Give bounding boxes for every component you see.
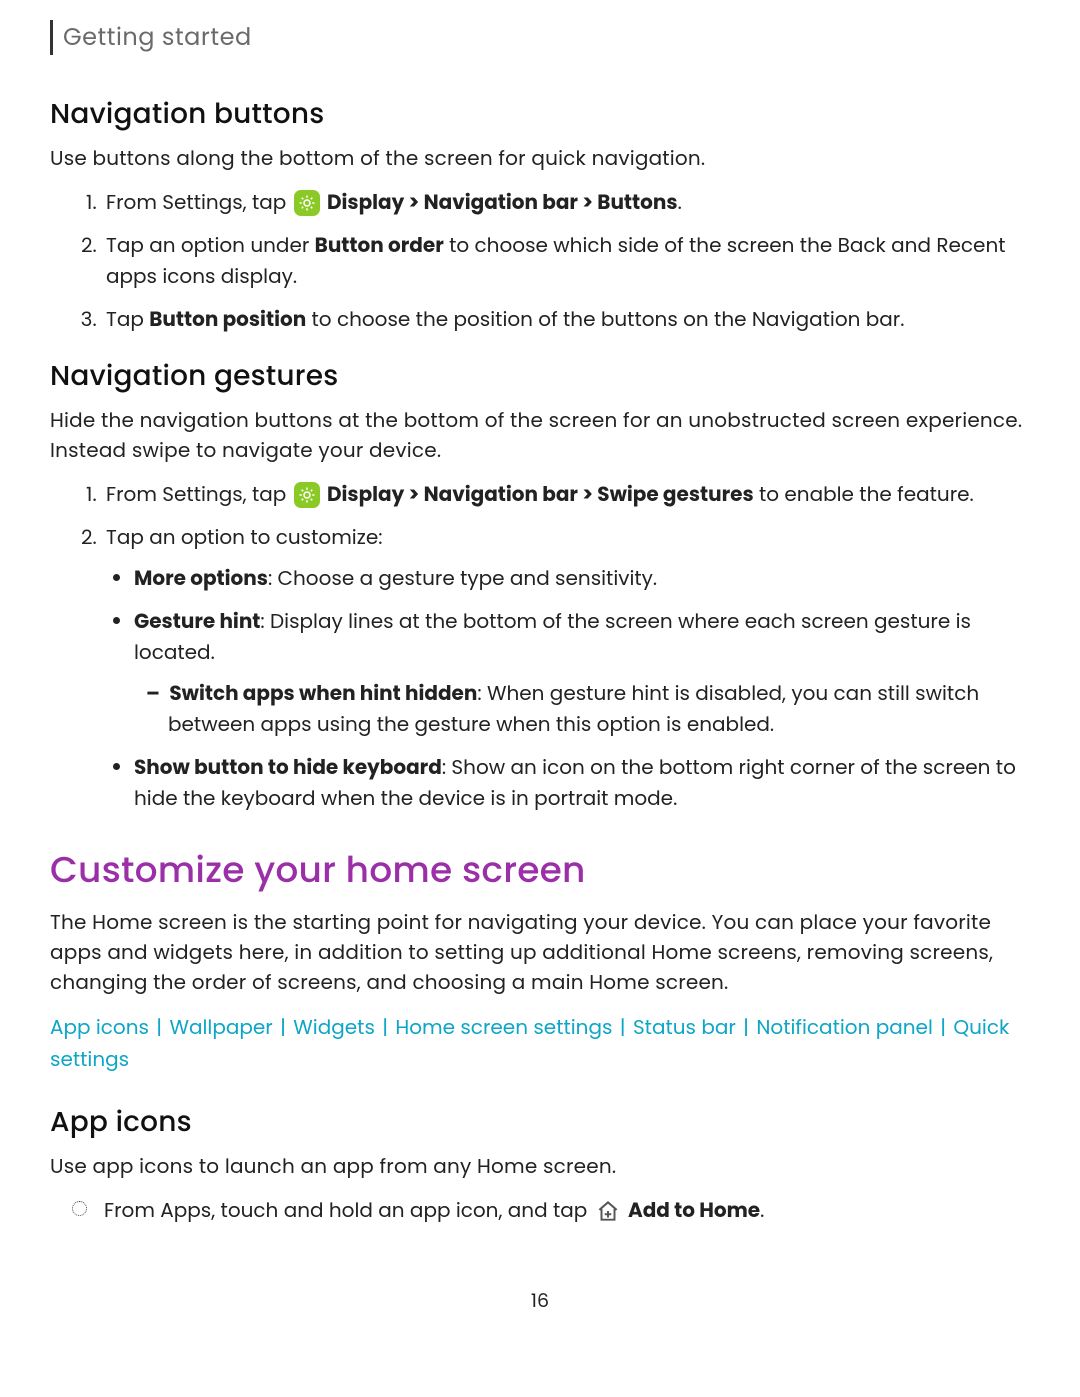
display-icon: [294, 482, 320, 508]
link-separator: |: [151, 1013, 168, 1041]
link-separator: |: [377, 1013, 394, 1041]
step-text-bold: Button order: [315, 231, 444, 259]
heading-customize-home-screen: Customize your home screen: [50, 842, 1030, 897]
nav-gestures-step-2: Tap an option to customize: More options…: [102, 522, 1030, 814]
link-home-screen-settings[interactable]: Home screen settings: [395, 1013, 612, 1041]
option-more-options: More options: Choose a gesture type and …: [134, 563, 1030, 594]
link-separator: |: [614, 1013, 631, 1041]
gesture-hint-sublist: Switch apps when hint hidden: When gestu…: [134, 678, 1030, 740]
step-text: Tap an option to customize:: [106, 523, 382, 551]
step-text-post: to enable the feature.: [754, 480, 974, 508]
heading-navigation-gestures: Navigation gestures: [50, 355, 1030, 397]
step-text-bold: Add to Home: [628, 1196, 760, 1224]
heading-app-icons: App icons: [50, 1101, 1030, 1143]
link-status-bar[interactable]: Status bar: [633, 1013, 736, 1041]
display-icon: [294, 190, 320, 216]
step-text-bold: Display > Navigation bar > Swipe gesture…: [327, 480, 754, 508]
option-gesture-hint: Gesture hint: Display lines at the botto…: [134, 606, 1030, 740]
app-icons-steps: From Apps, touch and hold an app icon, a…: [50, 1195, 1030, 1226]
customize-options-list: More options: Choose a gesture type and …: [106, 563, 1030, 814]
option-text: : Choose a gesture type and sensitivity.: [268, 564, 657, 592]
customize-links: App icons | Wallpaper | Widgets | Home s…: [50, 1011, 1030, 1075]
customize-intro: The Home screen is the starting point fo…: [50, 907, 1030, 997]
link-widgets[interactable]: Widgets: [293, 1013, 375, 1041]
link-notification-panel[interactable]: Notification panel: [756, 1013, 933, 1041]
heading-navigation-buttons: Navigation buttons: [50, 93, 1030, 135]
navigation-buttons-intro: Use buttons along the bottom of the scre…: [50, 143, 1030, 173]
step-text-pre: Tap an option under: [106, 231, 315, 259]
navigation-gestures-intro: Hide the navigation buttons at the botto…: [50, 405, 1030, 465]
app-icons-step-1: From Apps, touch and hold an app icon, a…: [100, 1195, 1030, 1226]
step-text-pre: Tap: [106, 305, 149, 333]
option-show-button: Show button to hide keyboard: Show an ic…: [134, 752, 1030, 814]
step-text-pre: From Apps, touch and hold an app icon, a…: [104, 1196, 593, 1224]
link-separator: |: [275, 1013, 292, 1041]
step-text-pre: From Settings, tap: [106, 188, 292, 216]
option-text: : Display lines at the bottom of the scr…: [134, 607, 971, 666]
option-label: Gesture hint: [134, 607, 260, 635]
app-icons-intro: Use app icons to launch an app from any …: [50, 1151, 1030, 1181]
step-text-bold: Display > Navigation bar > Buttons: [327, 188, 678, 216]
step-text-post: .: [678, 188, 682, 216]
step-text-pre: From Settings, tap: [106, 480, 292, 508]
step-text-bold: Button position: [149, 305, 306, 333]
link-separator: |: [935, 1013, 952, 1041]
link-separator: |: [738, 1013, 755, 1041]
step-text-post: to choose the position of the buttons on…: [306, 305, 904, 333]
breadcrumb: Getting started: [50, 20, 1030, 55]
link-wallpaper[interactable]: Wallpaper: [169, 1013, 272, 1041]
suboption-switch-apps: Switch apps when hint hidden: When gestu…: [168, 678, 1030, 740]
step-text-post: .: [760, 1196, 764, 1224]
document-page: Getting started Navigation buttons Use b…: [0, 0, 1080, 1355]
nav-gestures-step-1: From Settings, tap Display > Navigation …: [102, 479, 1030, 510]
option-label: Show button to hide keyboard: [134, 753, 442, 781]
navigation-buttons-steps: From Settings, tap Display > Navigation …: [50, 187, 1030, 335]
nav-buttons-step-1: From Settings, tap Display > Navigation …: [102, 187, 1030, 218]
navigation-gestures-steps: From Settings, tap Display > Navigation …: [50, 479, 1030, 814]
option-label: More options: [134, 564, 268, 592]
page-number: 16: [50, 1286, 1030, 1315]
suboption-label: Switch apps when hint hidden: [169, 679, 477, 707]
nav-buttons-step-2: Tap an option under Button order to choo…: [102, 230, 1030, 292]
link-app-icons[interactable]: App icons: [50, 1013, 149, 1041]
nav-buttons-step-3: Tap Button position to choose the positi…: [102, 304, 1030, 335]
add-to-home-icon: [595, 1198, 621, 1224]
